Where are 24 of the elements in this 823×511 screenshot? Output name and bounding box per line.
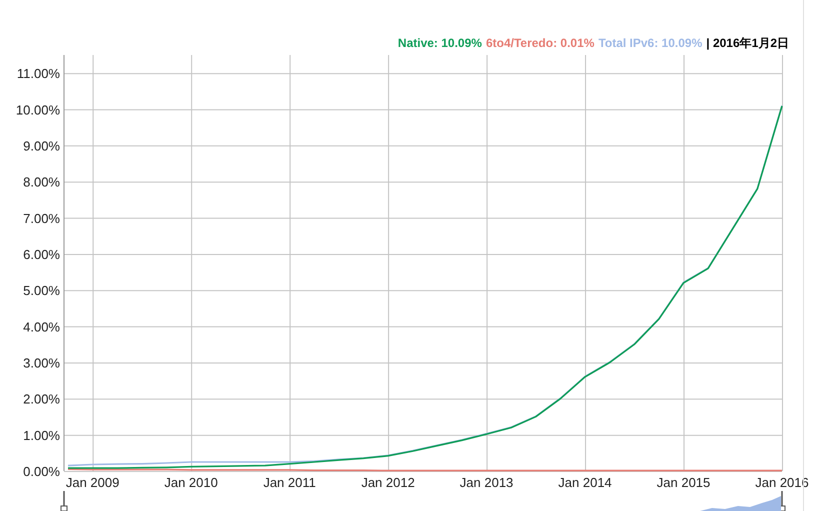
y-axis-label: 10.00% <box>16 102 60 118</box>
y-axis-label: 8.00% <box>23 174 60 190</box>
x-axis-label: Jan 2015 <box>656 475 710 490</box>
y-axis-label: 0.00% <box>23 464 60 479</box>
y-axis-label: 4.00% <box>23 319 60 334</box>
legend-entry: Native: 10.09% <box>398 36 482 50</box>
legend-date: | 2016年1月2日 <box>706 36 789 50</box>
x-axis-label: Jan 2011 <box>263 475 316 490</box>
x-axis-label: Jan 2013 <box>460 475 514 490</box>
x-axis-label: Jan 2010 <box>164 475 218 490</box>
y-axis-label: 5.00% <box>23 283 60 298</box>
y-axis-label: 11.00% <box>16 66 60 82</box>
x-axis-label: Jan 2009 <box>66 475 120 490</box>
y-axis-label: 9.00% <box>23 138 60 154</box>
x-axis-label: Jan 2012 <box>361 475 415 490</box>
y-axis-label: 1.00% <box>23 428 60 443</box>
y-axis-label: 2.00% <box>23 392 60 407</box>
legend-entry: Total IPv6: 10.09% <box>598 36 702 50</box>
range-handle-icon[interactable] <box>60 491 68 511</box>
legend-entry: 6to4/Teredo: 0.01% <box>486 36 594 50</box>
y-axis-label: 6.00% <box>23 246 60 262</box>
y-axis-label: 3.00% <box>23 355 60 370</box>
y-axis-label: 7.00% <box>23 210 60 226</box>
x-axis-label: Jan 2014 <box>558 475 612 490</box>
